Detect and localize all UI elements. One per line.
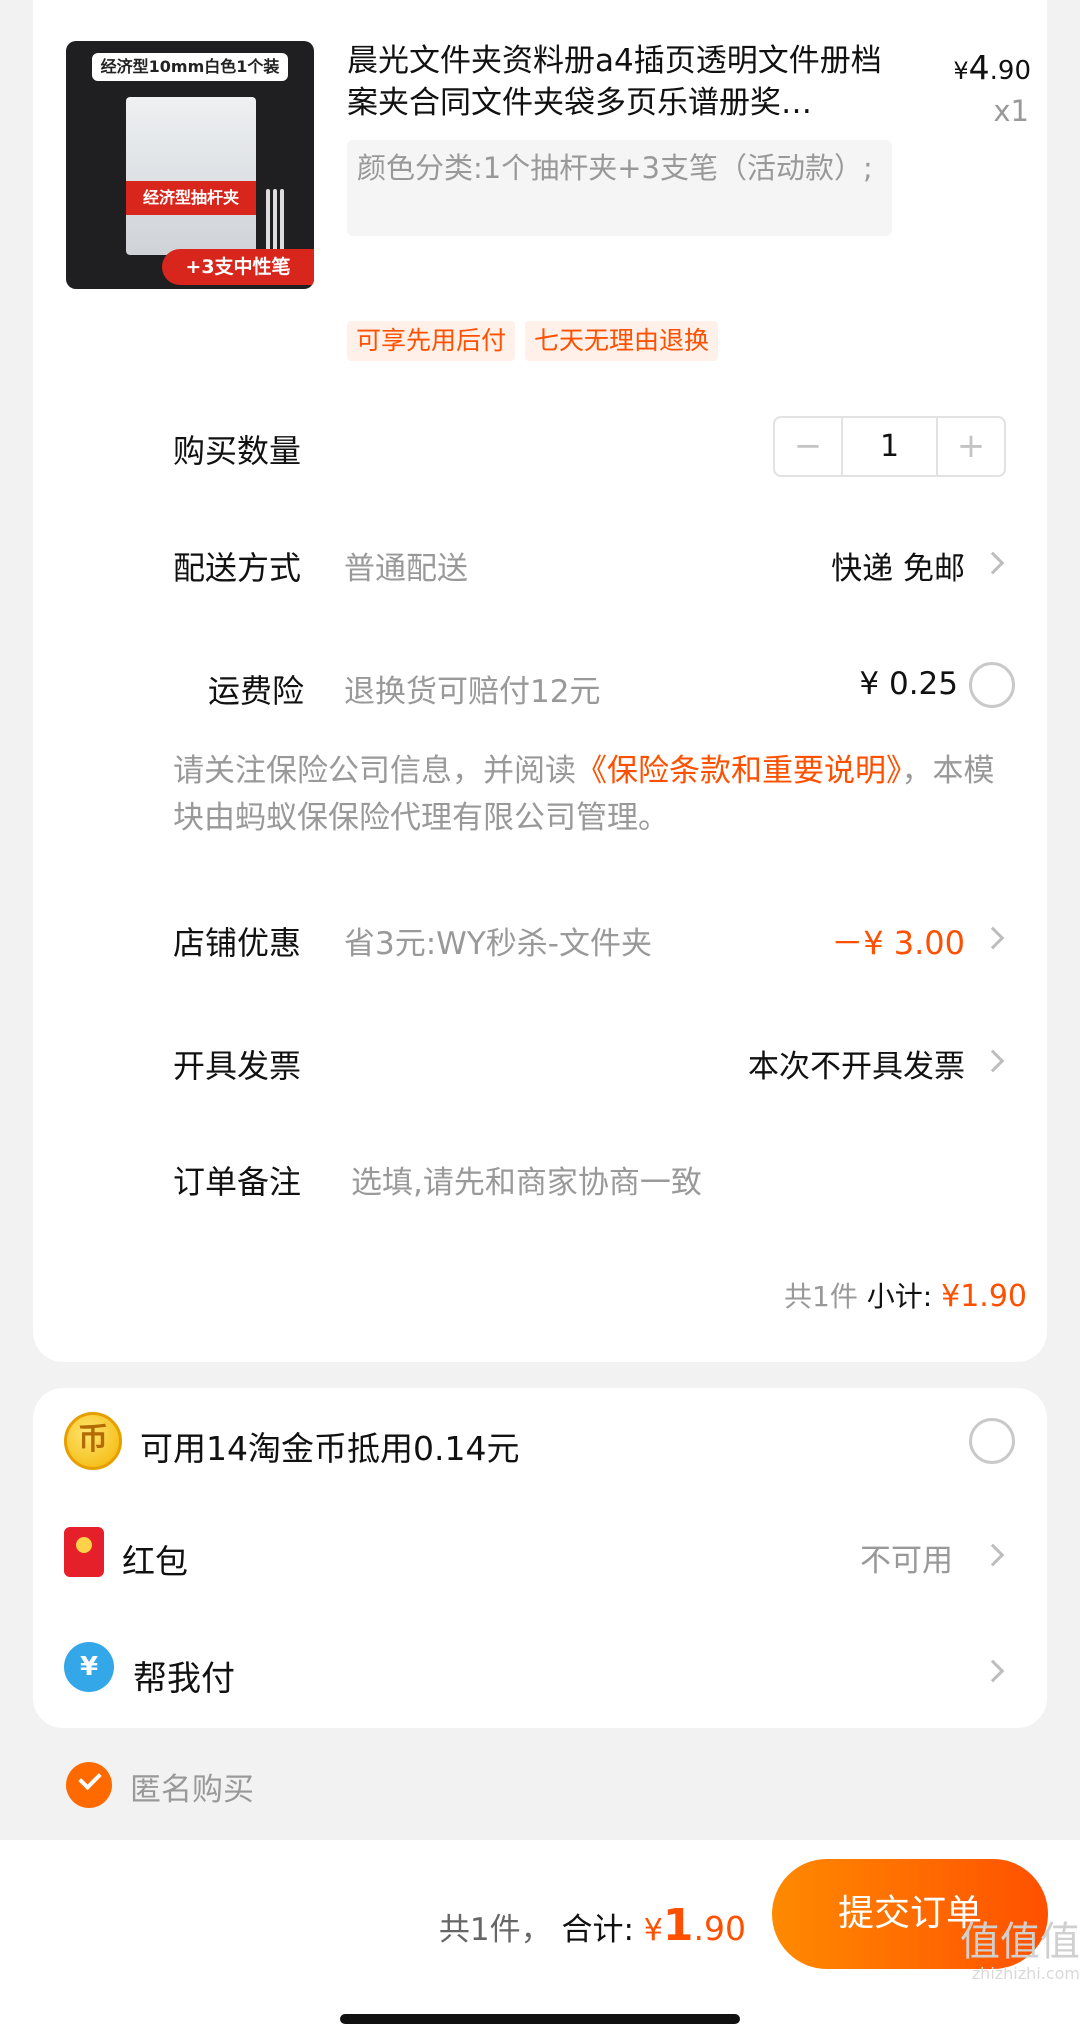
delivery-value[interactable]: 快递 免邮 bbox=[831, 543, 965, 588]
insurance-terms-link[interactable]: 《保险条款和重要说明》 bbox=[576, 753, 902, 789]
redpack-value[interactable]: 不可用 bbox=[860, 1535, 953, 1580]
coins-radio[interactable] bbox=[969, 1418, 1015, 1464]
product-price-currency: ¥ bbox=[953, 57, 969, 85]
footer-amount-dec: .90 bbox=[693, 1909, 746, 1948]
footer-currency: ¥ bbox=[643, 1913, 663, 1948]
insurance-label: 运费险 bbox=[208, 672, 305, 710]
tag-pay-later: 可享先用后付 bbox=[347, 321, 516, 361]
coin-icon: 币 bbox=[64, 1412, 122, 1470]
footer-amount: ¥1.90 bbox=[643, 1900, 746, 1951]
subtotal: 共1件 小计: ¥1.90 bbox=[784, 1275, 1027, 1315]
invoice-value[interactable]: 本次不开具发票 bbox=[748, 1041, 965, 1086]
product-tags: 可享先用后付 七天无理由退换 bbox=[347, 321, 719, 361]
quantity-stepper[interactable]: − 1 + bbox=[773, 416, 1006, 477]
watermark-logo: 值值值 bbox=[960, 1919, 1080, 1965]
subtotal-count: 共1件 bbox=[784, 1280, 858, 1313]
footer-count: 共1件， bbox=[438, 1912, 552, 1948]
decrease-button[interactable]: − bbox=[775, 418, 841, 475]
home-indicator bbox=[340, 2014, 740, 2024]
product-image-tag: 经济型10mm白色1个装 bbox=[92, 53, 288, 81]
anonymous-label[interactable]: 匿名购买 bbox=[130, 1764, 254, 1809]
product-image[interactable]: 经济型10mm白色1个装 经济型抽杆夹 +3支中性笔 bbox=[66, 41, 314, 289]
quantity-value[interactable]: 1 bbox=[841, 418, 938, 475]
insurance-notice: 请关注保险公司信息，并阅读《保险条款和重要说明》，本模块由蚂蚁保保险代理有限公司… bbox=[173, 748, 1013, 842]
remark-label: 订单备注 bbox=[173, 1163, 302, 1201]
help-pay-icon: ¥ bbox=[64, 1642, 114, 1692]
helppay-label[interactable]: 帮我付 bbox=[133, 1651, 235, 1700]
insurance-notice-pre: 请关注保险公司信息，并阅读 bbox=[173, 753, 576, 789]
insurance-desc: 退换货可赔付12元 bbox=[344, 674, 601, 710]
product-price-int: 4 bbox=[968, 48, 990, 87]
subtotal-currency: ¥ bbox=[941, 1279, 961, 1314]
subtotal-dec: .90 bbox=[979, 1279, 1027, 1314]
insurance-price: ¥ 0.25 bbox=[859, 666, 958, 702]
product-image-pen-tag: +3支中性笔 bbox=[162, 249, 314, 285]
remark-input[interactable]: 选填,请先和商家协商一致 bbox=[351, 1157, 702, 1202]
product-title[interactable]: 晨光文件夹资料册a4插页透明文件册档案夹合同文件夹袋多页乐谱册奖… bbox=[347, 40, 887, 124]
coins-label: 可用14淘金币抵用0.14元 bbox=[140, 1429, 520, 1468]
insurance-radio[interactable] bbox=[969, 662, 1015, 708]
anonymous-checkbox[interactable] bbox=[66, 1762, 112, 1808]
shop-discount-desc: 省3元:WY秒杀-文件夹 bbox=[344, 926, 652, 962]
subtotal-label: 小计: bbox=[866, 1280, 933, 1313]
product-price-dec: .90 bbox=[989, 56, 1031, 86]
delivery-label: 配送方式 bbox=[173, 549, 302, 587]
quantity-label: 购买数量 bbox=[173, 432, 302, 470]
shop-discount-amount[interactable]: －¥ 3.00 bbox=[831, 918, 965, 964]
product-price: ¥4.90 bbox=[953, 48, 1031, 87]
footer-total: 共1件， 合计: ¥1.90 bbox=[439, 1900, 746, 1951]
tag-seven-day-return: 七天无理由退换 bbox=[525, 321, 719, 361]
shop-discount-label: 店铺优惠 bbox=[173, 924, 302, 962]
product-image-folder: 经济型抽杆夹 bbox=[126, 97, 256, 255]
red-envelope-icon bbox=[64, 1527, 104, 1577]
invoice-label: 开具发票 bbox=[173, 1047, 302, 1085]
redpack-label: 红包 bbox=[122, 1542, 188, 1581]
watermark-url: zhizhizhi.com bbox=[971, 1964, 1080, 1983]
product-quantity: x1 bbox=[993, 94, 1029, 128]
product-sku[interactable]: 颜色分类:1个抽杆夹+3支笔（活动款）; bbox=[347, 140, 892, 236]
watermark: 值值值 zhizhizhi.com bbox=[930, 1920, 1080, 1983]
footer-bar: 共1件， 合计: ¥1.90 提交订单 值值值 zhizhizhi.com bbox=[0, 1840, 1080, 2032]
subtotal-int: 1 bbox=[960, 1279, 980, 1314]
increase-button[interactable]: + bbox=[938, 418, 1004, 475]
product-image-band: 经济型抽杆夹 bbox=[126, 181, 256, 215]
delivery-method: 普通配送 bbox=[344, 551, 468, 587]
footer-amount-int: 1 bbox=[662, 1900, 694, 1951]
footer-total-label: 合计: bbox=[561, 1912, 634, 1948]
